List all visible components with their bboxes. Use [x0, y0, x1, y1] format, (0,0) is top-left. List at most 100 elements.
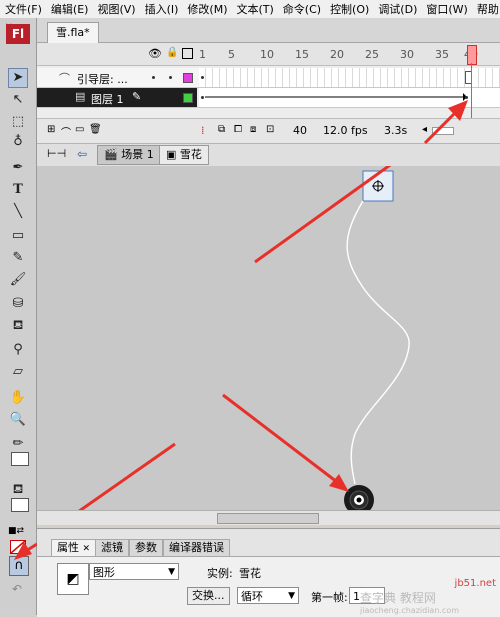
snowflake-object [344, 485, 374, 510]
keyframe[interactable] [201, 96, 204, 99]
symbol-type-select[interactable]: 图形 ▼ [89, 563, 179, 580]
brush-tool-icon[interactable]: 🖌 [8, 270, 28, 290]
menu-edit[interactable]: 编辑(E) [46, 1, 93, 17]
eraser-tool-icon[interactable]: ▱ [8, 362, 28, 382]
center-frame-icon[interactable]: ⁞ [201, 124, 205, 137]
back-arrow-icon[interactable]: ⇦ [77, 147, 87, 161]
paint-bucket-tool-icon[interactable]: ⛾ [8, 316, 28, 336]
motion-guide-path [346, 200, 410, 485]
menu-commands[interactable]: 命令(C) [278, 1, 325, 17]
eyedropper-tool-icon[interactable]: ⚲ [8, 340, 28, 360]
insert-folder-icon[interactable]: ▭ [75, 124, 84, 135]
playhead[interactable] [467, 45, 477, 65]
menu-window[interactable]: 窗口(W) [421, 1, 471, 17]
fill-color-swatch[interactable] [11, 498, 29, 512]
scene-label: 场景 1 [121, 148, 154, 161]
onion-outline-icon[interactable]: ⧠ [234, 124, 242, 135]
first-frame-label: 第一帧: [311, 591, 348, 604]
timeline-hscrollbar[interactable] [432, 127, 454, 135]
lasso-tool-icon[interactable]: ♁ [8, 132, 28, 152]
hand-tool-icon[interactable]: ✋ [8, 388, 28, 408]
tab-properties[interactable]: 属性 ✕ [51, 539, 97, 556]
menu-control[interactable]: 控制(O) [325, 1, 373, 17]
free-transform-tool-icon[interactable]: ⬚ [8, 112, 28, 132]
loop-select[interactable]: 循环 ▼ [237, 587, 299, 604]
ruler-tick: 10 [260, 48, 274, 61]
layer-row-guide[interactable]: ⌒ 引导层: ... [37, 68, 500, 88]
menu-file[interactable]: 文件(F) [0, 1, 46, 17]
menu-debug[interactable]: 调试(D) [373, 1, 421, 17]
tab-parameters[interactable]: 参数 [129, 539, 163, 556]
visibility-dot[interactable] [152, 76, 155, 79]
delete-layer-icon[interactable]: 🗑 [89, 124, 102, 135]
graphic-symbol-icon: ▣ [166, 148, 177, 161]
menu-help[interactable]: 帮助 [472, 1, 500, 17]
insert-layer-icon[interactable]: ⊞ [47, 124, 55, 135]
layer-label: 引导层: ... [77, 73, 128, 86]
close-icon[interactable]: ✕ [83, 544, 91, 554]
ruler-tick: 35 [435, 48, 449, 61]
rectangle-tool-icon[interactable]: ▭ [8, 226, 28, 246]
keyframe[interactable] [201, 76, 204, 79]
frame-strip[interactable] [199, 88, 500, 107]
ruler-tick: 30 [400, 48, 414, 61]
add-guide-icon[interactable]: ⌒ [61, 124, 71, 139]
pen-tool-icon[interactable]: ✒ [8, 158, 28, 178]
lock-icon[interactable]: 🔒 [166, 47, 178, 58]
breadcrumb-symbol[interactable]: ▣ 雪花 [159, 145, 209, 165]
timeline-toggle-icon[interactable]: ⊢⊣ [47, 147, 66, 160]
document-tab[interactable]: 雪.fla* [47, 22, 99, 43]
breadcrumb-scene[interactable]: 🎬 场景 1 [97, 145, 161, 165]
subselection-tool-icon[interactable]: ↖ [8, 90, 28, 110]
menu-modify[interactable]: 修改(M) [182, 1, 231, 17]
frame-ruler[interactable]: 1 5 10 15 20 25 30 35 40 [199, 43, 500, 65]
watermark-line3: jiaocheng.chazidian.com [360, 606, 460, 615]
frame-strip[interactable] [199, 68, 500, 87]
stroke-color-icon[interactable]: ✏ [8, 434, 28, 454]
layer-color-swatch[interactable] [183, 93, 193, 103]
text-tool-icon[interactable]: T [8, 180, 28, 200]
swap-colors-icon[interactable]: ■⇄ [8, 526, 24, 536]
timeline-header: 👁 🔒 1 5 10 15 20 25 30 35 40 [37, 43, 500, 66]
swap-button[interactable]: 交换... [187, 587, 230, 605]
tab-filters[interactable]: 滤镜 [95, 539, 129, 556]
layer-icon: ▤ [75, 90, 86, 103]
eye-icon[interactable]: 👁 [148, 47, 162, 60]
layer-label: 图层 1 [91, 93, 124, 106]
snap-magnet-icon[interactable]: ∩ [9, 556, 29, 576]
ink-bottle-tool-icon[interactable]: ⛁ [8, 294, 28, 314]
symbol-label: 雪花 [179, 148, 202, 161]
layer-color-swatch[interactable] [183, 73, 193, 83]
selection-tool-icon[interactable]: ➤ [8, 68, 28, 88]
outline-icon[interactable] [182, 48, 193, 59]
smooth-icon[interactable]: ↶ [12, 582, 22, 596]
lock-dot[interactable] [169, 76, 172, 79]
menu-view[interactable]: 视图(V) [92, 1, 139, 17]
modify-markers-icon[interactable]: ⊡ [266, 124, 274, 135]
select-value: 图形 [93, 566, 115, 579]
no-color-icon[interactable] [10, 540, 26, 554]
pencil-tool-icon[interactable]: ✎ [8, 248, 28, 268]
edit-multiple-icon[interactable]: ⧈ [250, 124, 256, 135]
chevron-down-icon: ▼ [288, 591, 295, 601]
fill-color-icon[interactable]: ⛾ [8, 480, 28, 500]
stage-hscrollbar[interactable] [37, 510, 500, 525]
tab-compiler-errors[interactable]: 编译器错误 [163, 539, 230, 556]
zoom-tool-icon[interactable]: 🔍 [8, 410, 28, 430]
stroke-color-swatch[interactable] [11, 452, 29, 466]
frame-rate: 12.0 fps [323, 124, 368, 137]
line-tool-icon[interactable]: ╲ [8, 202, 28, 222]
ruler-tick: 5 [228, 48, 235, 61]
stage[interactable] [37, 166, 500, 510]
layer-row-layer1[interactable]: ▤ 图层 1 ✎ [37, 88, 500, 108]
instance-label: 实例: [207, 567, 233, 580]
keyframe[interactable] [465, 96, 468, 99]
document-tabs: 雪.fla* [37, 18, 500, 43]
edit-bar: ⊢⊣ ⇦ 🎬 场景 1 ▣ 雪花 [37, 143, 500, 167]
menu-insert[interactable]: 插入(I) [140, 1, 183, 17]
onion-skin-icon[interactable]: ⧉ [218, 124, 225, 135]
menu-text[interactable]: 文本(T) [231, 1, 277, 17]
scrollbar-thumb[interactable] [217, 513, 319, 524]
scroll-left-icon[interactable]: ◂ [422, 124, 427, 135]
scene-icon: 🎬 [104, 148, 118, 161]
